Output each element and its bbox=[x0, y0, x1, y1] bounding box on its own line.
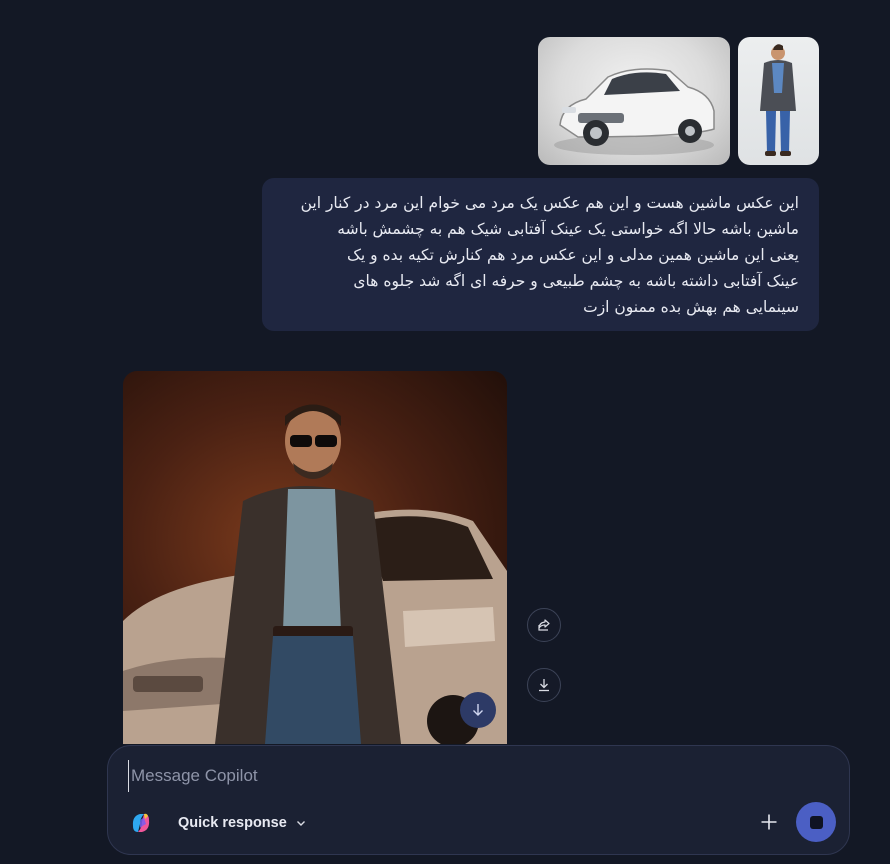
download-button[interactable] bbox=[527, 668, 561, 702]
stop-icon bbox=[809, 815, 823, 829]
user-message-line: سینمایی هم بهش بده ممنون ازت bbox=[583, 298, 799, 316]
user-message-line: این عکس ماشین هست و این هم عکس یک مرد می… bbox=[300, 194, 799, 212]
share-button[interactable] bbox=[527, 608, 561, 642]
response-mode-dropdown[interactable]: Quick response bbox=[166, 808, 319, 838]
add-attachment-button[interactable] bbox=[753, 806, 785, 838]
user-message-line: عینک آفتابی داشته باشه به چشم طبیعی و حر… bbox=[353, 272, 799, 290]
man-with-car-image-icon bbox=[123, 404, 507, 744]
share-icon bbox=[538, 619, 550, 631]
download-icon bbox=[539, 679, 549, 692]
scroll-to-bottom-button[interactable] bbox=[460, 692, 496, 728]
generated-image[interactable] bbox=[123, 371, 507, 744]
man-photo-icon bbox=[760, 44, 796, 156]
chat-page: این عکس ماشین هست و این هم عکس یک مرد می… bbox=[0, 0, 890, 864]
man-attachment-image[interactable] bbox=[738, 37, 819, 165]
plus-icon bbox=[761, 814, 777, 830]
stop-generating-button[interactable] bbox=[796, 802, 836, 842]
copilot-logo-icon bbox=[132, 813, 150, 832]
user-message-text: این عکس ماشین هست و این هم عکس یک مرد می… bbox=[280, 190, 799, 320]
message-input[interactable] bbox=[128, 760, 813, 792]
car-photo-icon bbox=[554, 68, 715, 155]
user-message-bubble: این عکس ماشین هست و این هم عکس یک مرد می… bbox=[262, 178, 819, 331]
chevron-down-icon bbox=[296, 821, 305, 826]
car-attachment-image[interactable] bbox=[538, 37, 730, 165]
user-message-line: یعنی این ماشین همین مدلی و این عکس مرد ه… bbox=[347, 246, 799, 264]
response-mode-label: Quick response bbox=[178, 815, 287, 831]
message-composer: Quick response bbox=[107, 745, 850, 855]
arrow-down-icon bbox=[473, 704, 483, 716]
user-message-line: ماشین باشه حالا اگه خواستی یک عینک آفتاب… bbox=[337, 220, 799, 238]
